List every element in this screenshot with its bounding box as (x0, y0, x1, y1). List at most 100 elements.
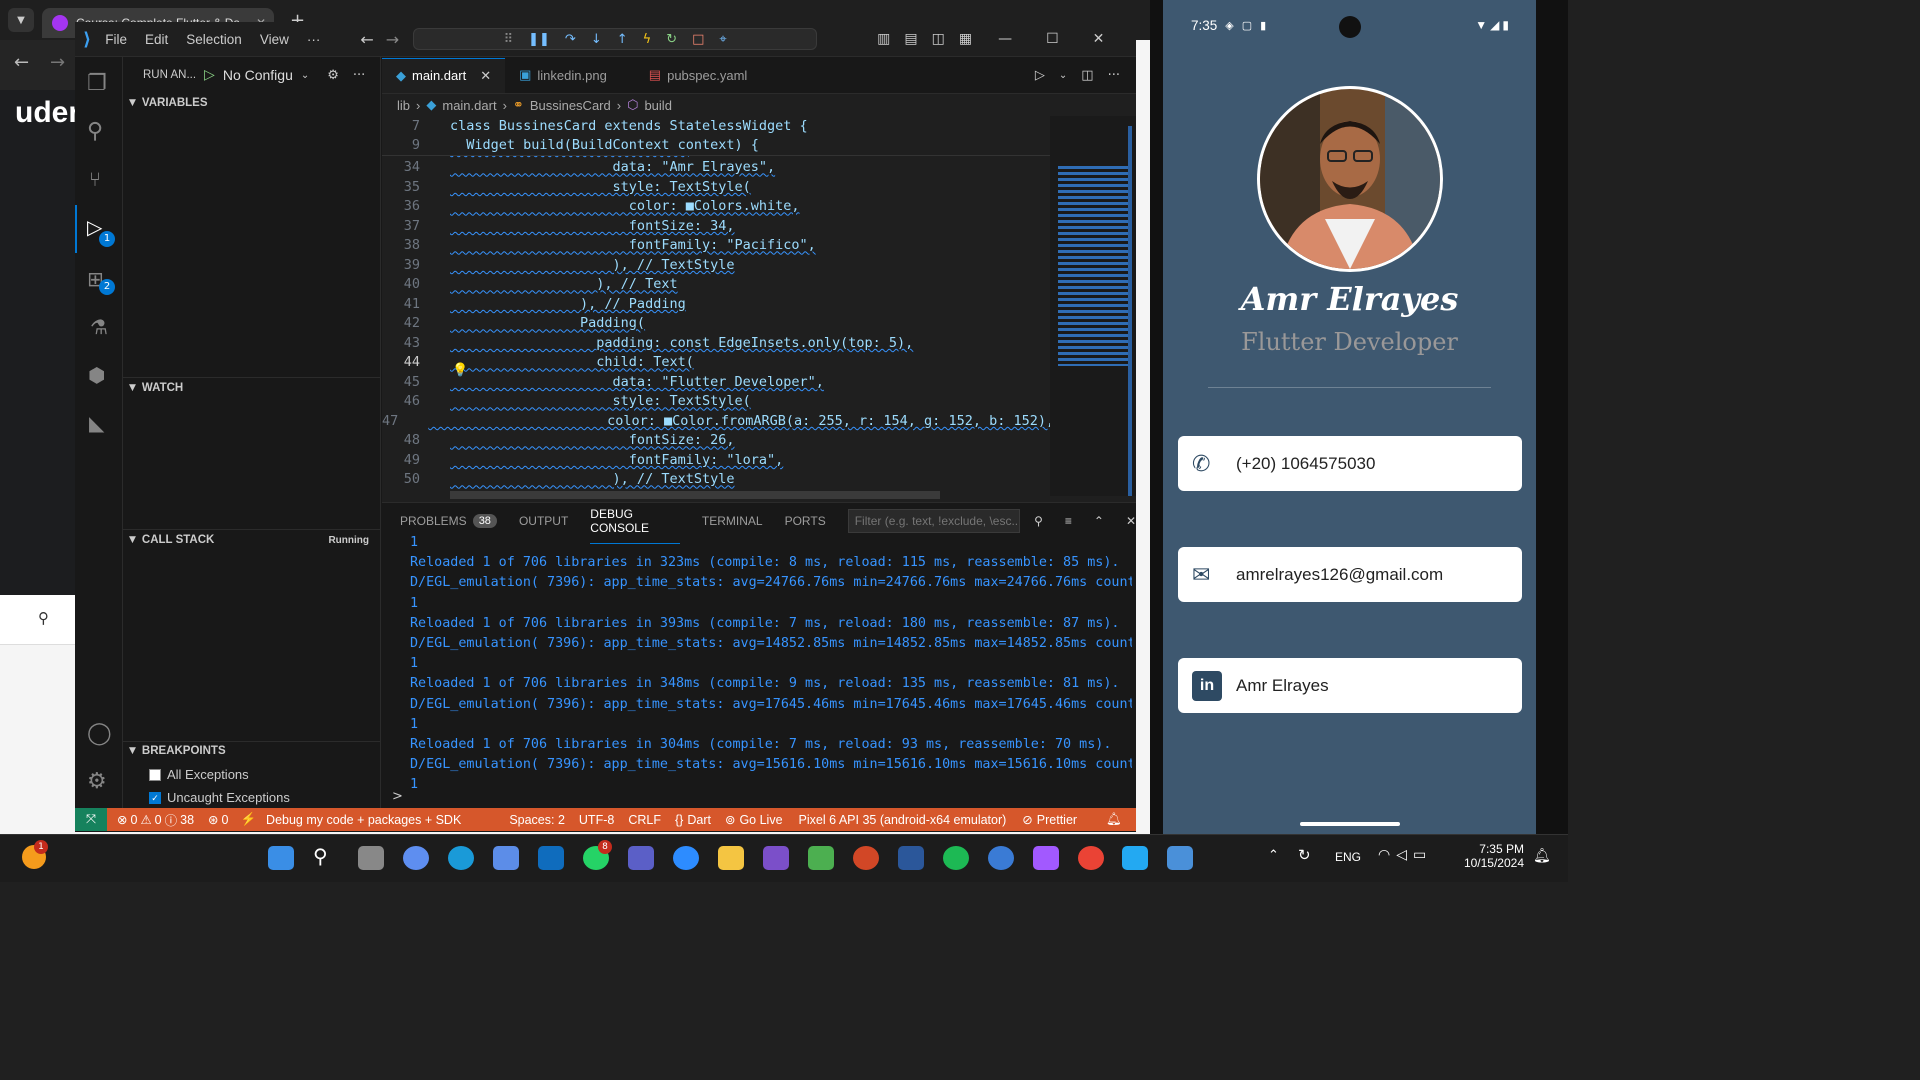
go-live-button[interactable]: ⊚ Go Live (725, 812, 783, 828)
stop-icon[interactable]: □ (692, 32, 704, 47)
tab-ports[interactable]: PORTS (785, 514, 826, 528)
breakpoints-header[interactable]: BREAKPOINTS (142, 745, 226, 757)
code-line[interactable]: 47 color: ■Color.fromARGB(a: 255, r: 154… (382, 411, 1050, 431)
visual-studio-icon[interactable] (763, 846, 789, 870)
ports-status[interactable]: ⊛ 0 (208, 812, 228, 828)
horizontal-scrollbar[interactable] (450, 491, 940, 499)
tab-terminal[interactable]: TERMINAL (702, 514, 763, 528)
toggle-secondary-sidebar-icon[interactable]: ◫ (932, 31, 945, 47)
phone-card[interactable]: ✆ (+20) 1064575030 (1178, 436, 1522, 491)
zoom-icon[interactable] (673, 846, 699, 870)
code-line[interactable]: 48 fontSize: 26, (382, 431, 1050, 451)
search-icon[interactable]: ⚲ (87, 119, 103, 144)
code-line[interactable]: 50 ), // TextStyle (382, 470, 1050, 490)
figma-icon[interactable] (1033, 846, 1059, 870)
chevron-down-icon[interactable]: ▼ (129, 746, 136, 756)
watch-header[interactable]: WATCH (142, 382, 183, 394)
tray-chevron-icon[interactable]: ⌃ (1268, 848, 1279, 863)
emulator-taskbar-icon[interactable] (1167, 846, 1193, 870)
vscode-taskbar-icon[interactable] (1122, 846, 1148, 870)
more-actions-icon[interactable]: ··· (1108, 68, 1120, 83)
minimize-icon[interactable]: — (998, 31, 1012, 47)
step-out-icon[interactable]: ↑ (617, 32, 628, 47)
toggle-panel-icon[interactable]: ▤ (904, 31, 917, 47)
clock[interactable]: 7:35 PM 10/15/2024 (1460, 842, 1524, 870)
code-line[interactable]: 36 color: ■Colors.white, (382, 197, 1050, 217)
linkedin-card[interactable]: in Amr Elrayes (1178, 658, 1522, 713)
chevron-down-icon[interactable]: ▼ (129, 383, 136, 393)
breadcrumb-file[interactable]: main.dart (442, 98, 496, 113)
code-line[interactable]: 40 ), // Text (382, 275, 1050, 295)
step-into-icon[interactable]: ↓ (591, 32, 602, 47)
debug-mode-status[interactable]: Debug my code + packages + SDK (266, 813, 461, 827)
tab-output[interactable]: OUTPUT (519, 514, 568, 528)
minimap[interactable] (1050, 116, 1136, 496)
language-indicator[interactable]: ENG (1335, 850, 1361, 864)
console-prompt[interactable]: > (392, 789, 403, 804)
code-line[interactable]: 42 Padding( (382, 314, 1050, 334)
code-line[interactable]: 35 style: TextStyle( (382, 177, 1050, 197)
copilot-icon[interactable] (403, 846, 429, 870)
explorer-icon[interactable]: ❐ (87, 71, 107, 96)
breadcrumb-lib[interactable]: lib (397, 98, 410, 113)
settings-gear-icon[interactable]: ⚙ (327, 68, 339, 83)
search-icon[interactable]: ⚲ (313, 844, 328, 868)
tab-problems[interactable]: PROBLEMS 38 (400, 514, 497, 528)
sync-icon[interactable]: ↻ (1298, 846, 1311, 864)
problems-status[interactable]: ⊗ 0 ⚠ 0 ⓘ 38 (117, 810, 194, 829)
filter-input[interactable] (847, 509, 1021, 533)
nav-forward-icon[interactable]: → (386, 30, 399, 49)
python-icon[interactable]: ⬢ (88, 363, 105, 387)
split-editor-icon[interactable]: ◫ (1081, 68, 1093, 83)
code-line[interactable]: 45 data: "Flutter Developer", (382, 372, 1050, 392)
tab-pubspec-yaml[interactable]: ▤ pubspec.yaml (635, 58, 762, 93)
powerpoint-icon[interactable] (853, 846, 879, 870)
pause-icon[interactable]: ❚❚ (528, 32, 550, 47)
start-icon[interactable] (268, 846, 294, 870)
remote-icon[interactable]: ⤧ (75, 808, 107, 831)
code-line[interactable]: 49 fontFamily: "lora", (382, 450, 1050, 470)
layout-icon[interactable]: ▦ (959, 31, 972, 47)
gesture-bar[interactable] (1300, 822, 1400, 826)
more-actions-icon[interactable]: ··· (353, 68, 365, 83)
file-explorer-icon[interactable] (718, 846, 744, 870)
code-line[interactable]: 44 child: Text( (382, 353, 1050, 373)
sticky-line[interactable]: 9 Widget build(BuildContext context) { (382, 136, 1050, 156)
breadcrumb-class[interactable]: BussinesCard (530, 98, 611, 113)
sticky-line[interactable]: 7 class BussinesCard extends StatelessWid… (382, 116, 1050, 136)
chrome-icon[interactable] (1078, 846, 1104, 870)
code-line[interactable]: 39 ), // TextStyle (382, 255, 1050, 275)
search-icon[interactable]: ⚲ (1034, 514, 1043, 528)
step-over-icon[interactable]: ↷ (565, 32, 576, 47)
run-file-icon[interactable]: ▷ (1035, 68, 1045, 83)
flutter-icon[interactable]: ◣ (89, 411, 104, 435)
accounts-icon[interactable]: ◯ (87, 721, 112, 746)
teams-icon[interactable] (628, 846, 654, 870)
chevron-down-icon[interactable]: ⌄ (1059, 70, 1067, 81)
notifications-icon[interactable]: 🔔︎ (1533, 848, 1551, 864)
chevron-down-icon[interactable]: ▼ (129, 98, 136, 108)
maximize-panel-icon[interactable]: ⌃ (1094, 514, 1104, 528)
snipping-tool-icon[interactable] (808, 846, 834, 870)
breadcrumb-method[interactable]: build (644, 98, 671, 113)
spotify-icon[interactable] (943, 846, 969, 870)
source-control-icon[interactable]: ⑂ (89, 167, 101, 191)
code-area[interactable]: 33 child: Text(34 data: "Amr Elrayes",35… (382, 150, 1050, 498)
close-window-icon[interactable]: ✕ (1093, 31, 1105, 47)
clear-console-icon[interactable]: ≡ (1065, 514, 1072, 528)
device-status[interactable]: Pixel 6 API 35 (android-x64 emulator) (799, 813, 1007, 827)
app-icon[interactable] (988, 846, 1014, 870)
maximize-icon[interactable]: ☐ (1046, 31, 1059, 47)
all-exceptions-checkbox[interactable] (149, 768, 161, 781)
testing-icon[interactable]: ⚗ (90, 315, 108, 339)
manage-gear-icon[interactable]: ⚙ (87, 769, 107, 794)
code-line[interactable]: 41 ), // Padding (382, 294, 1050, 314)
nav-back-icon[interactable]: ← (360, 30, 373, 49)
back-arrow-icon[interactable]: ← (14, 52, 29, 73)
notifications-bell-icon[interactable]: 🔔︎ (1106, 812, 1122, 827)
code-line[interactable]: 43 padding: const EdgeInsets.only(top: 5… (382, 333, 1050, 353)
code-line[interactable]: 37 fontSize: 34, (382, 216, 1050, 236)
email-card[interactable]: ✉ amrelrayes126@gmail.com (1178, 547, 1522, 602)
menu-more[interactable]: ··· (307, 32, 321, 47)
close-tab-icon[interactable]: ✕ (480, 68, 491, 84)
